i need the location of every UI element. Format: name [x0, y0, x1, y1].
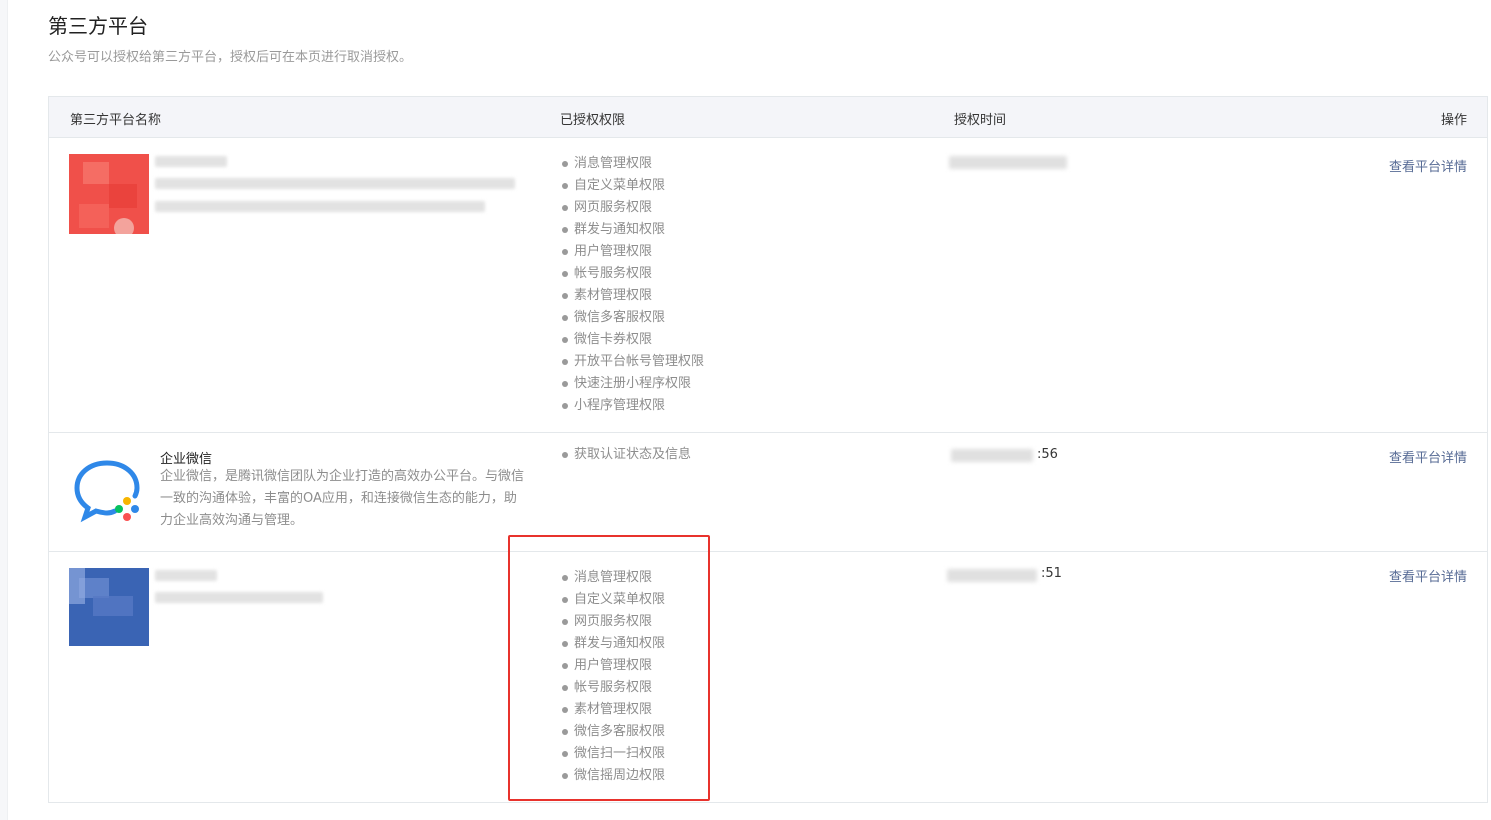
permission-item: 微信卡券权限 — [560, 329, 704, 351]
page-description: 公众号可以授权给第三方平台，授权后可在本页进行取消授权。 — [48, 50, 413, 65]
view-platform-details-link[interactable]: 查看平台详情 — [1389, 156, 1467, 175]
permission-item: 开放平台帐号管理权限 — [560, 351, 704, 373]
wecom-chat-bubble-icon — [69, 453, 149, 533]
blurred-description-line — [155, 201, 485, 212]
permission-item: 网页服务权限 — [560, 197, 704, 219]
blurred-description-line — [155, 592, 323, 603]
header-platform-name: 第三方平台名称 — [70, 113, 162, 128]
left-sidebar-edge — [0, 0, 8, 820]
permission-item: 自定义菜单权限 — [560, 175, 704, 197]
blurred-authorized-time — [947, 569, 1037, 582]
blurred-description-line — [155, 178, 515, 189]
platform-description: 企业微信，是腾讯微信团队为企业打造的高效办公平台。与微信一致的沟通体验，丰富的O… — [160, 469, 525, 528]
permission-list: 获取认证状态及信息 — [560, 444, 691, 466]
permission-item: 消息管理权限 — [560, 153, 704, 175]
header-permissions: 已授权权限 — [560, 113, 626, 128]
platform-logo-blue — [69, 568, 149, 646]
table-row: 消息管理权限 自定义菜单权限 网页服务权限 群发与通知权限 用户管理权限 帐号服… — [49, 138, 1487, 433]
platform-name: 企业微信 — [160, 452, 213, 467]
view-platform-details-link[interactable]: 查看平台详情 — [1389, 447, 1467, 466]
permission-item: 素材管理权限 — [560, 285, 704, 307]
table-header: 第三方平台名称 已授权权限 授权时间 操作 — [49, 97, 1487, 138]
blurred-authorized-time — [951, 449, 1033, 462]
table-row: 企业微信 企业微信，是腾讯微信团队为企业打造的高效办公平台。与微信一致的沟通体验… — [49, 433, 1487, 552]
permission-item: 快速注册小程序权限 — [560, 373, 704, 395]
header-authorized-time: 授权时间 — [954, 113, 1007, 128]
header-operation: 操作 — [1440, 113, 1467, 128]
permission-item: 微信多客服权限 — [560, 307, 704, 329]
authorized-time-visible-part: :51 — [1041, 566, 1062, 581]
permission-item: 用户管理权限 — [560, 241, 704, 263]
permission-item: 群发与通知权限 — [560, 219, 704, 241]
table-row: 消息管理权限 自定义菜单权限 网页服务权限 群发与通知权限 用户管理权限 帐号服… — [49, 552, 1487, 802]
platform-logo-red — [69, 154, 149, 238]
permission-item: 帐号服务权限 — [560, 263, 704, 285]
third-party-platform-table: 第三方平台名称 已授权权限 授权时间 操作 消息管理权限 自定义菜单权限 网页服… — [48, 96, 1488, 803]
view-platform-details-link[interactable]: 查看平台详情 — [1389, 566, 1467, 585]
permission-list: 消息管理权限 自定义菜单权限 网页服务权限 群发与通知权限 用户管理权限 帐号服… — [560, 153, 704, 417]
highlight-annotation-box — [508, 535, 710, 801]
authorized-time-visible-part: :56 — [1037, 447, 1058, 462]
permission-item: 获取认证状态及信息 — [560, 444, 691, 466]
blurred-platform-name — [155, 156, 227, 167]
blurred-platform-name — [155, 570, 217, 581]
page-title: 第三方平台 — [48, 14, 148, 38]
permission-item: 小程序管理权限 — [560, 395, 704, 417]
blurred-authorized-time — [949, 156, 1067, 169]
